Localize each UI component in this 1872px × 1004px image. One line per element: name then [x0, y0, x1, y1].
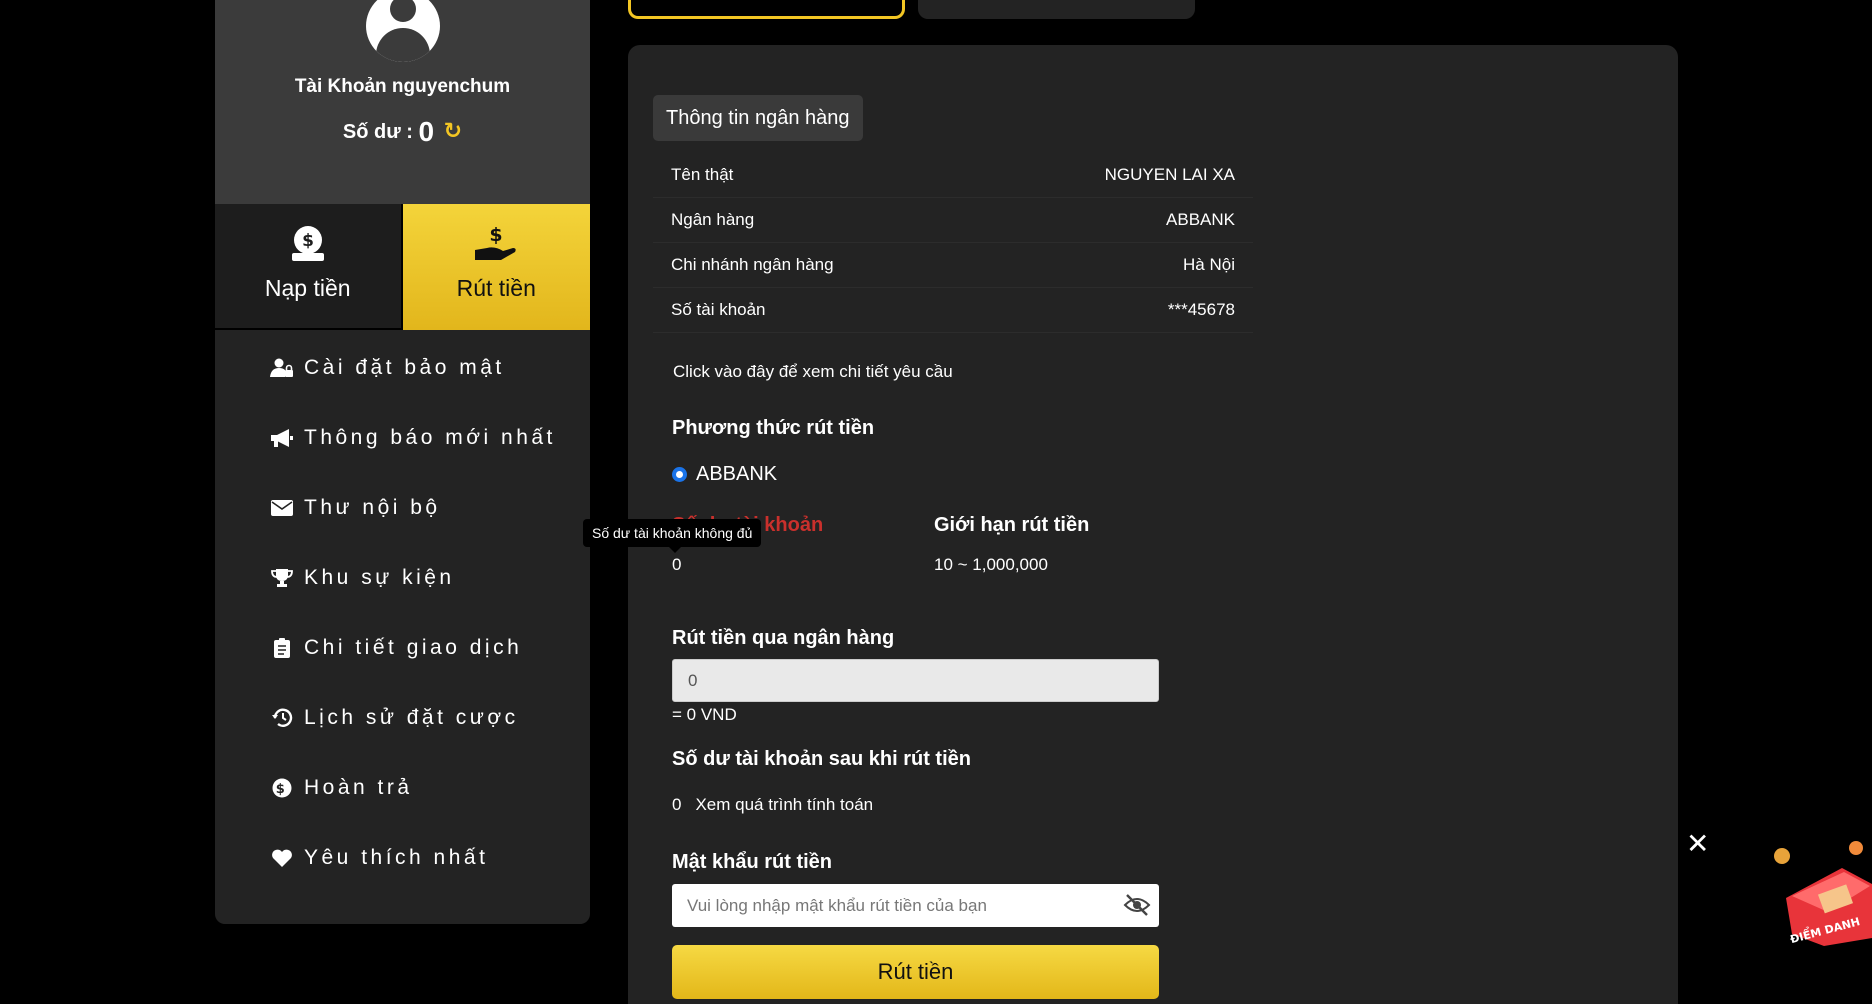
balance: Số dư : 0 ↻	[215, 116, 590, 148]
password-input[interactable]	[672, 884, 1112, 927]
withdraw-panel: Thông tin ngân hàng Tên thật NGUYEN LAI …	[628, 45, 1678, 1004]
menu-item-bet-history[interactable]: Lịch sử đặt cược	[215, 683, 590, 753]
avatar	[366, 0, 440, 62]
dollar-circle-icon: $	[270, 778, 294, 798]
bank-row-account-number: Số tài khoản ***45678	[653, 288, 1253, 333]
menu-item-announcements[interactable]: Thông báo mới nhất	[215, 403, 590, 473]
heart-icon	[270, 848, 294, 868]
bank-withdraw-title: Rút tiền qua ngân hàng	[672, 627, 895, 649]
fund-tabs: $ Nạp tiền $ Rút tiền	[215, 204, 590, 330]
bank-row-value: ABBANK	[1166, 210, 1235, 229]
menu-label: Khu sự kiện	[304, 566, 455, 589]
hand-dollar-icon: $	[475, 224, 516, 260]
menu-label: Cài đặt bảo mật	[304, 356, 505, 379]
top-tab-active[interactable]	[628, 0, 905, 19]
deposit-tab[interactable]: $ Nạp tiền	[215, 204, 403, 330]
svg-text:$: $	[490, 224, 503, 246]
svg-text:$: $	[276, 782, 289, 797]
after-balance-value: 0	[672, 795, 682, 814]
method-title: Phương thức rút tiền	[672, 417, 875, 439]
bank-info-title: Thông tin ngân hàng	[653, 95, 863, 141]
radio-selected[interactable]	[672, 467, 687, 482]
password-title: Mật khẩu rút tiền	[672, 851, 833, 873]
profile-card: Tài Khoản nguyenchum Số dư : 0 ↻	[215, 0, 590, 204]
menu-label: Chi tiết giao dịch	[304, 636, 523, 659]
user-lock-icon	[270, 358, 294, 378]
bank-row-bank: Ngân hàng ABBANK	[653, 198, 1253, 243]
sidebar: Tài Khoản nguyenchum Số dư : 0 ↻ $ Nạp t…	[215, 0, 590, 924]
bank-row-branch: Chi nhánh ngân hàng Hà Nội	[653, 243, 1253, 288]
svg-text:$: $	[302, 231, 314, 251]
menu-item-inbox[interactable]: Thư nội bộ	[215, 473, 590, 543]
bank-row-value: ***45678	[1167, 300, 1235, 319]
account-name: Tài Khoản nguyenchum	[294, 76, 511, 97]
menu-label: Yêu thích nhất	[304, 846, 489, 869]
history-icon	[270, 708, 294, 728]
bank-row-real-name: Tên thật NGUYEN LAI XA	[653, 153, 1253, 198]
withdraw-submit-button[interactable]: Rút tiền	[672, 945, 1159, 999]
after-balance-title: Số dư tài khoản sau khi rút tiền	[672, 748, 971, 770]
balance-label: Số dư :	[342, 121, 413, 143]
bank-row-label: Chi nhánh ngân hàng	[671, 255, 834, 274]
balance-value: 0	[418, 116, 435, 147]
deposit-label: Nạp tiền	[264, 275, 351, 301]
menu-item-favorites[interactable]: Yêu thích nhất	[215, 823, 590, 893]
method-option-abbank[interactable]: ABBANK	[672, 463, 777, 486]
method-option-label: ABBANK	[696, 463, 778, 485]
bank-row-label: Số tài khoản	[671, 300, 766, 319]
menu-item-transactions[interactable]: Chi tiết giao dịch	[215, 613, 590, 683]
amount-vnd: = 0 VND	[672, 705, 737, 724]
megaphone-icon	[270, 428, 294, 448]
menu-label: Thư nội bộ	[304, 496, 441, 519]
menu-item-events[interactable]: Khu sự kiện	[215, 543, 590, 613]
bank-row-label: Ngân hàng	[671, 210, 755, 229]
menu-label: Hoàn trả	[304, 776, 413, 799]
withdraw-label: Rút tiền	[456, 275, 536, 301]
money-bag-icon: $	[291, 226, 324, 261]
clipboard-icon	[270, 638, 294, 658]
menu-item-rebate[interactable]: $ Hoàn trả	[215, 753, 590, 823]
password-field	[672, 884, 1159, 927]
trophy-icon	[270, 568, 294, 588]
withdraw-tab[interactable]: $ Rút tiền	[402, 204, 590, 330]
menu-label: Thông báo mới nhất	[304, 426, 556, 449]
request-detail-link[interactable]: Click vào đây để xem chi tiết yêu cầu	[673, 362, 953, 382]
sidebar-menu: Cài đặt bảo mật Thông báo mới nhất Thư n…	[215, 333, 590, 893]
withdraw-limit-label: Giới hạn rút tiền	[934, 514, 1090, 536]
bank-row-value: NGUYEN LAI XA	[1104, 165, 1235, 184]
menu-label: Lịch sử đặt cược	[304, 706, 519, 729]
close-icon[interactable]: ✕	[1686, 830, 1709, 858]
bank-row-label: Tên thật	[671, 165, 734, 184]
amount-input[interactable]	[672, 659, 1159, 702]
envelope-icon	[270, 500, 294, 516]
refresh-icon[interactable]: ↻	[444, 118, 462, 143]
menu-item-security[interactable]: Cài đặt bảo mật	[215, 333, 590, 403]
eye-slash-icon[interactable]	[1123, 893, 1151, 922]
after-balance: 0 Xem quá trình tính toán	[672, 795, 873, 815]
withdraw-limit-value: 10 ~ 1,000,000	[934, 555, 1048, 574]
account-balance-value: 0	[672, 555, 682, 574]
top-tab-inactive[interactable]	[918, 0, 1195, 19]
bank-info-table: Tên thật NGUYEN LAI XA Ngân hàng ABBANK …	[653, 153, 1253, 333]
gift-box-icon: ĐIỂM DANH	[1774, 841, 1872, 946]
calculation-link[interactable]: Xem quá trình tính toán	[695, 795, 873, 815]
bank-row-value: Hà Nội	[1183, 255, 1235, 274]
insufficient-balance-tooltip: Số dư tài khoản không đủ	[583, 519, 762, 553]
check-in-gift-widget[interactable]: ĐIỂM DANH	[1772, 838, 1872, 953]
